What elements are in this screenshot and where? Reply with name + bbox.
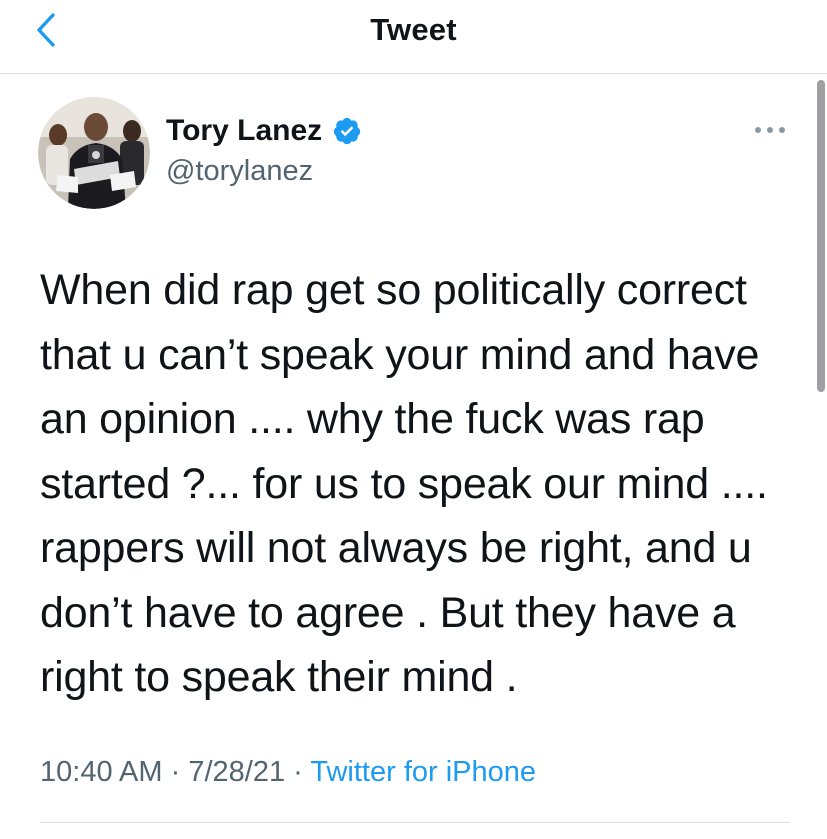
more-options-button[interactable] <box>752 118 788 142</box>
author-name[interactable]: Tory Lanez <box>166 114 322 148</box>
tweet-text: When did rap get so politically correct … <box>40 266 768 701</box>
scroll-indicator <box>817 80 825 392</box>
tweet-time: 10:40 AM <box>40 756 163 788</box>
meta-separator: · <box>170 756 181 788</box>
author-handle[interactable]: @torylanez <box>166 155 313 188</box>
tweet-date: 7/28/21 <box>188 756 286 788</box>
tweet-source-link[interactable]: Twitter for iPhone <box>310 756 536 788</box>
tweet-detail-screen: Tweet Tory Lanez @torylanez When did rap… <box>0 0 827 839</box>
avatar[interactable] <box>38 97 150 209</box>
meta-separator: · <box>293 756 303 788</box>
divider <box>40 822 790 823</box>
ellipsis-icon <box>755 127 785 133</box>
verified-badge-icon <box>334 117 361 145</box>
tweet-metadata: 10:40 AM · 7/28/21 · Twitter for iPhone <box>40 756 536 789</box>
author-name-row[interactable]: Tory Lanez <box>166 114 362 148</box>
page-title: Tweet <box>370 12 457 47</box>
top-nav-bar: Tweet <box>0 0 827 74</box>
